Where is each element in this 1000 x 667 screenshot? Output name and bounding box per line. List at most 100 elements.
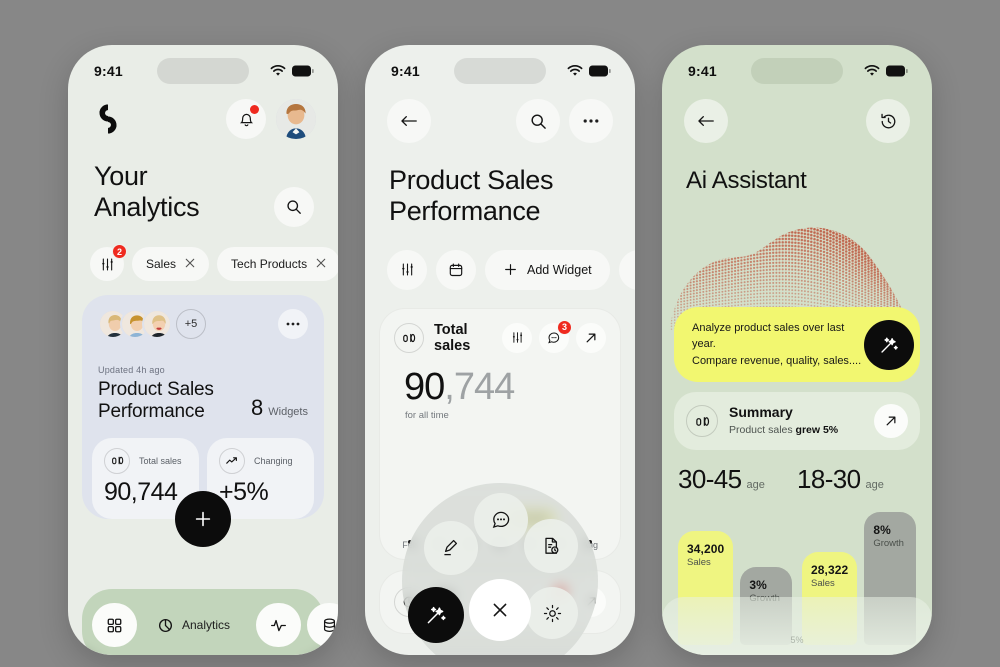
card-filter-button[interactable] xyxy=(502,322,532,353)
search-button[interactable] xyxy=(516,99,560,143)
more-horizontal-icon[interactable] xyxy=(569,99,613,143)
bar-chart-icon xyxy=(686,405,718,438)
status-time: 9:41 xyxy=(94,63,123,79)
history-icon[interactable] xyxy=(866,99,910,143)
phone-3-ai-assistant: 9:41 Ai Assistant Analyze product sales … xyxy=(662,45,932,655)
battery-icon xyxy=(589,65,611,77)
tab-analytics[interactable]: Analytics xyxy=(143,603,244,647)
filter-chip-sales[interactable]: Sales xyxy=(132,247,210,281)
bar-label: Sales xyxy=(687,556,711,568)
comments-button[interactable]: 3 xyxy=(539,319,572,353)
page-title-line2: Analytics xyxy=(94,192,200,223)
ai-prompt-line2: Compare revenue, quality, sales.... xyxy=(692,354,862,367)
product-sales-card[interactable]: +5 Updated 4h ago Product Sales Performa… xyxy=(82,295,324,547)
expand-button[interactable] xyxy=(576,322,606,353)
summary-subtitle-highlight: grew 5% xyxy=(795,424,839,437)
bar-label: Growth xyxy=(873,538,904,550)
app-header xyxy=(68,87,338,139)
trend-up-icon xyxy=(219,447,245,474)
widgets-count-group: 8 Widgets xyxy=(251,395,308,424)
tab-data[interactable] xyxy=(307,603,338,647)
stat-value: 90,744 xyxy=(104,477,178,506)
stat-value: +5% xyxy=(219,477,269,506)
ai-prompt-bubble[interactable]: Analyze product sales over last year. Co… xyxy=(674,306,920,383)
bar-chart-icon xyxy=(394,322,424,353)
bar-chart-icon xyxy=(104,447,130,474)
dynamic-island xyxy=(751,58,843,84)
bar-value: 3% xyxy=(749,577,767,592)
close-icon[interactable] xyxy=(185,257,195,271)
card-top-row: +5 xyxy=(98,309,308,339)
avatar xyxy=(142,309,172,339)
back-button[interactable] xyxy=(387,99,431,143)
status-time: 9:41 xyxy=(688,63,717,79)
add-widget-fab[interactable] xyxy=(175,490,231,547)
card-title-row: Product Sales Performance 8 Widgets xyxy=(98,379,308,424)
age-unit: age xyxy=(746,479,765,492)
nav-header xyxy=(365,87,635,143)
calendar-icon[interactable] xyxy=(436,249,476,290)
stat-header: Changing xyxy=(219,447,302,474)
dynamic-island xyxy=(454,58,546,84)
brand-s-logo[interactable] xyxy=(92,102,124,136)
bottom-cut-off-row: 5% xyxy=(662,597,932,655)
add-widget-button[interactable]: Add Widget xyxy=(485,249,610,290)
header-actions xyxy=(226,99,316,139)
summary-subtitle: Product sales grew 5% xyxy=(729,424,838,436)
bottom-tab-bar: Analytics xyxy=(82,589,338,655)
status-bar: 9:41 xyxy=(68,45,338,87)
screenshot-canvas: 9:41 Your Analytics 2 Sales Tech Product… xyxy=(0,0,1000,667)
battery-icon xyxy=(292,65,314,77)
age-unit: age xyxy=(865,479,884,492)
close-menu-button[interactable] xyxy=(469,579,531,641)
avatars-overflow-count[interactable]: +5 xyxy=(176,309,206,339)
page-title-text: Ai Assistant xyxy=(686,167,807,194)
page-title-line1: Your xyxy=(94,161,148,191)
summary-card[interactable]: Summary Product sales grew 5% xyxy=(674,392,920,451)
card-title-line2: Performance xyxy=(98,401,205,423)
filter-chip-tech-products[interactable]: Tech Products xyxy=(217,247,338,281)
create-report-button[interactable]: Create a R xyxy=(618,249,635,290)
close-icon[interactable] xyxy=(316,257,326,271)
nav-header xyxy=(662,87,932,143)
tab-dashboard[interactable] xyxy=(92,603,137,647)
stat-label: Changing xyxy=(254,455,293,466)
collaborator-avatars[interactable]: +5 xyxy=(98,309,206,339)
age-group-1-header: 30-45 age xyxy=(678,464,797,495)
summary-title: Summary xyxy=(729,404,793,421)
age-range: 18-30 xyxy=(797,464,861,495)
summary-expand-button[interactable] xyxy=(874,404,908,439)
gear-icon[interactable] xyxy=(526,587,578,639)
bar-label: Sales xyxy=(811,577,835,589)
document-icon[interactable] xyxy=(524,519,578,573)
summary-subtitle-prefix: Product sales xyxy=(729,424,796,437)
tab-analytics-label: Analytics xyxy=(182,618,231,632)
more-horizontal-icon[interactable] xyxy=(278,309,308,339)
summary-text: Summary Product sales grew 5% xyxy=(729,404,863,438)
back-button[interactable] xyxy=(684,99,728,143)
notifications-button[interactable] xyxy=(226,99,266,139)
magic-wand-icon[interactable] xyxy=(864,319,914,370)
nav-actions xyxy=(516,99,613,143)
comment-icon[interactable] xyxy=(474,493,528,547)
highlighter-icon[interactable] xyxy=(424,521,478,575)
phone-1-analytics-home: 9:41 Your Analytics 2 Sales Tech Product… xyxy=(68,45,338,655)
magic-wand-icon[interactable] xyxy=(408,587,464,643)
page-title-row: Your Analytics xyxy=(68,139,338,227)
search-button[interactable] xyxy=(274,187,314,227)
status-indicators xyxy=(567,65,611,77)
age-range: 30-45 xyxy=(678,464,742,495)
page-title: Ai Assistant xyxy=(662,143,932,195)
tab-activity[interactable] xyxy=(256,603,302,647)
stat-header: Total sales xyxy=(104,447,187,474)
wifi-icon xyxy=(270,65,286,77)
user-avatar[interactable] xyxy=(276,99,316,139)
updated-timestamp: Updated 4h ago xyxy=(98,365,165,375)
status-bar: 9:41 xyxy=(662,45,932,87)
filter-button[interactable] xyxy=(387,249,427,290)
card-title: Total sales xyxy=(434,321,471,354)
filter-button[interactable]: 2 xyxy=(90,244,127,281)
battery-icon xyxy=(886,65,908,77)
page-title: Your Analytics xyxy=(94,161,200,224)
age-group-headers: 30-45 age 18-30 age xyxy=(662,450,932,495)
